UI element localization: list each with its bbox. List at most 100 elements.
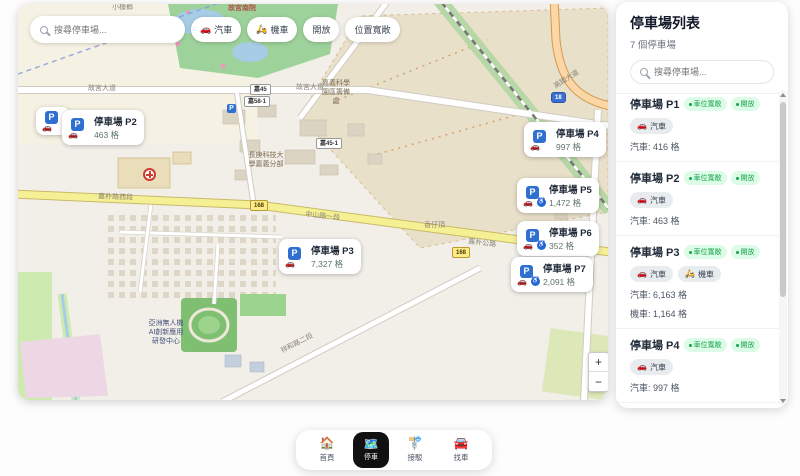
parking-list-panel: 停車場列表 7 個停車場 停車場 P1 車位寬敞 開放 🚗汽車 汽車: 416 …	[616, 2, 788, 408]
nav-parking[interactable]: 🗺️ 停車	[353, 432, 389, 468]
nav-label: 找車	[454, 452, 469, 463]
map-marker-p3[interactable]: P 🚗 停車場 P3 7,327 格	[279, 239, 361, 274]
marker-name: 停車場 P2	[94, 114, 137, 128]
filter-chip-label: 位置寬敞	[354, 23, 390, 36]
search-icon	[40, 26, 48, 34]
parking-marker-icon: P 🚗	[69, 118, 89, 138]
car-icon: 🚗	[637, 196, 647, 204]
route-shield: 18	[551, 92, 566, 103]
car-icon: 🚗	[637, 270, 647, 278]
marker-name: 停車場 P5	[549, 182, 592, 196]
map-marker-p7[interactable]: P 🚗 ♿ 停車場 P7 2,091 格	[511, 257, 593, 292]
map-topbar: 🚗 汽車 🛵 機車 開放 位置寬敞	[30, 16, 400, 43]
panel-title: 停車場列表	[630, 13, 774, 33]
badge-open: 開放	[731, 245, 760, 259]
route-shield: 168	[250, 200, 268, 211]
filter-chip-car[interactable]: 🚗 汽車	[191, 17, 241, 42]
filter-chip-scooter[interactable]: 🛵 機車	[247, 17, 297, 42]
map-marker-p4[interactable]: P 🚗 停車場 P4 997 格	[524, 122, 606, 157]
parking-count: 7 個停車場	[630, 37, 774, 51]
map-search[interactable]	[30, 16, 185, 43]
map-icon: 🗺️	[364, 438, 379, 451]
car-icon: 🚗	[637, 363, 647, 371]
zoom-control: + −	[588, 352, 608, 392]
vehicle-chip-car: 🚗汽車	[630, 118, 673, 134]
scooter-icon: 🛵	[256, 25, 267, 34]
marker-count: 463 格	[94, 129, 137, 141]
capacity-car: 汽車: 416 格	[630, 140, 779, 153]
nav-shuttle[interactable]: 🚏 接駁	[395, 437, 435, 462]
marker-count: 2,091 格	[543, 276, 586, 288]
map-search-input[interactable]	[54, 25, 164, 35]
car-icon: 🚗	[523, 199, 533, 207]
filter-chip-spacious[interactable]: 位置寬敞	[345, 17, 399, 42]
car-icon: 🚗	[42, 124, 52, 132]
marker-name: 停車場 P6	[549, 225, 592, 239]
car-icon: 🚗	[523, 242, 533, 250]
badge-open: 開放	[731, 97, 760, 111]
route-shield: 嘉45-1	[316, 138, 342, 149]
home-icon: 🏠	[320, 437, 335, 450]
capacity-car: 汽車: 6,163 格	[630, 288, 779, 301]
bus-stop-icon: 🚏	[408, 437, 423, 450]
nav-find-car[interactable]: 🚘 找車	[441, 437, 481, 462]
badge-spacious: 車位寬敞	[684, 245, 727, 259]
scrollbar[interactable]	[779, 90, 787, 406]
list-search[interactable]	[630, 60, 774, 84]
list-item-p5[interactable]: 停車場 P5 車位寬敞 開放 🚗汽車 汽車: 1,472 格 ♿無障礙: 120…	[616, 403, 779, 408]
parking-marker-icon: P 🚗 ♿	[524, 229, 544, 249]
filter-chip-open[interactable]: 開放	[303, 17, 339, 42]
zoom-out-button[interactable]: −	[589, 372, 608, 391]
map-marker-p6[interactable]: P 🚗 ♿ 停車場 P6 352 格	[517, 221, 599, 256]
car-locate-icon: 🚘	[454, 437, 469, 450]
list-item-p1[interactable]: 停車場 P1 車位寬敞 開放 🚗汽車 汽車: 416 格	[616, 88, 779, 162]
scroll-down-icon[interactable]	[780, 399, 786, 403]
marker-name: 停車場 P4	[556, 126, 599, 140]
badge-open: 開放	[731, 338, 760, 352]
map-marker-p5[interactable]: P 🚗 ♿ 停車場 P5 1,472 格	[517, 178, 599, 213]
item-name: 停車場 P3	[630, 244, 680, 260]
car-icon: 🚗	[517, 278, 527, 286]
capacity-car: 汽車: 997 格	[630, 381, 779, 394]
bottom-nav: 🏠 首頁 🗺️ 停車 🚏 接駁 🚘 找車	[296, 430, 492, 470]
vehicle-chip-scooter: 🛵機車	[678, 266, 721, 282]
nav-label: 停車	[364, 452, 378, 462]
pink-zone	[20, 334, 108, 398]
village-blocks	[108, 212, 276, 298]
scroll-up-icon[interactable]	[780, 93, 786, 97]
list-item-p3[interactable]: 停車場 P3 車位寬敞 開放 🚗汽車 🛵機車 汽車: 6,163 格 機車: 1…	[616, 236, 779, 329]
list-item-p2[interactable]: 停車場 P2 車位寬敞 開放 🚗汽車 汽車: 463 格	[616, 162, 779, 236]
badge-spacious: 車位寬敞	[684, 338, 727, 352]
vehicle-chip-car: 🚗汽車	[630, 192, 673, 208]
list-search-input[interactable]	[654, 67, 764, 77]
hospital-icon	[143, 168, 156, 181]
parking-marker-icon: P 🚗	[43, 111, 63, 131]
scrollbar-thumb[interactable]	[780, 102, 786, 297]
marker-name: 停車場 P7	[543, 261, 586, 275]
filter-chip-label: 汽車	[214, 23, 232, 36]
marker-count: 997 格	[556, 141, 599, 153]
filter-chip-label: 開放	[312, 23, 330, 36]
marker-count: 7,327 格	[311, 258, 354, 270]
filter-chip-label: 機車	[270, 23, 288, 36]
route-shield: 168	[452, 247, 470, 258]
wheelchair-icon: ♿	[537, 241, 546, 250]
map-marker-p2[interactable]: P 🚗 停車場 P2 463 格	[62, 110, 144, 145]
capacity-car: 汽車: 463 格	[630, 214, 779, 227]
nav-label: 首頁	[320, 452, 335, 463]
parking-list: 停車場 P1 車位寬敞 開放 🚗汽車 汽車: 416 格 停車場 P2 車位寬敞…	[616, 88, 779, 408]
sports-field	[240, 294, 286, 316]
vehicle-chip-car: 🚗汽車	[630, 266, 673, 282]
zoom-in-button[interactable]: +	[589, 353, 608, 372]
item-name: 停車場 P1	[630, 96, 680, 112]
badge-open: 開放	[731, 171, 760, 185]
map-panel[interactable]: 小槺榔 故宮南院 嘉義科學園區籌備處 長庚科技大學嘉義分部 亞洲無人機AI創新應…	[18, 4, 608, 400]
parking-marker-icon: P 🚗 ♿	[518, 265, 538, 285]
nav-label: 接駁	[408, 452, 423, 463]
car-icon: 🚗	[285, 260, 295, 268]
marker-count: 352 格	[549, 240, 592, 252]
list-item-p4[interactable]: 停車場 P4 車位寬敞 開放 🚗汽車 汽車: 997 格	[616, 329, 779, 403]
parking-poi-icon: P	[227, 104, 236, 113]
route-shield: 嘉58-1	[244, 96, 270, 107]
nav-home[interactable]: 🏠 首頁	[307, 437, 347, 462]
